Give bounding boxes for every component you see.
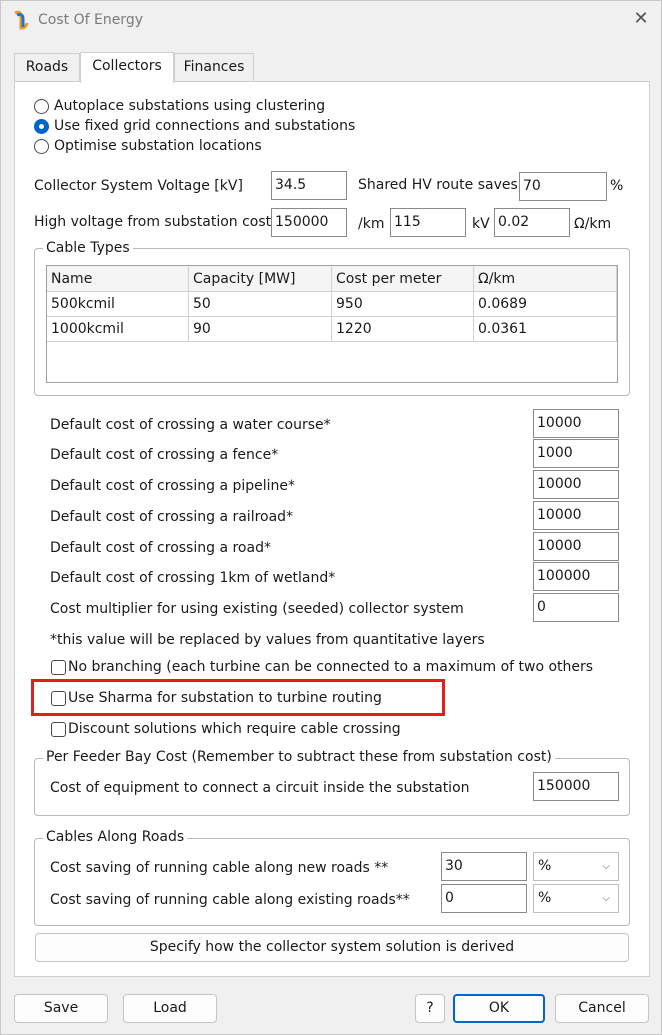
existing-roads-label: Cost saving of running cable along exist… (50, 892, 410, 908)
feeder-cost-input[interactable]: 150000 (533, 772, 619, 801)
crossing-road-input[interactable]: 10000 (533, 532, 619, 561)
table-cell[interactable]: 50 (189, 292, 332, 317)
layers-note: *this value will be replaced by values f… (50, 632, 485, 648)
window-title: Cost Of Energy (38, 12, 143, 28)
column-header-cost[interactable]: Cost per meter (332, 266, 474, 292)
crossing-railroad-input[interactable]: 10000 (533, 501, 619, 530)
voltage-input[interactable]: 34.5 (271, 171, 347, 200)
table-cell[interactable]: 1220 (332, 317, 474, 342)
table-cell[interactable]: 950 (332, 292, 474, 317)
cost-multiplier-input[interactable]: 0 (533, 593, 619, 622)
radio-optimise-label[interactable]: Optimise substation locations (54, 138, 262, 154)
crossing-railroad-label: Default cost of crossing a railroad* (50, 509, 294, 525)
new-roads-label: Cost saving of running cable along new r… (50, 860, 389, 876)
new-roads-unit-value: % (538, 858, 552, 874)
column-header-ohm[interactable]: Ω/km (474, 266, 617, 292)
crossing-pipeline-label: Default cost of crossing a pipeline* (50, 478, 296, 494)
cancel-button[interactable]: Cancel (555, 994, 649, 1023)
specify-solution-button[interactable]: Specify how the collector system solutio… (35, 933, 629, 962)
existing-roads-unit-value: % (538, 890, 552, 906)
ok-button[interactable]: OK (453, 994, 545, 1023)
table-cell[interactable]: 0.0689 (474, 292, 617, 317)
table-cell[interactable]: 90 (189, 317, 332, 342)
shared-hv-unit: % (610, 178, 624, 194)
cable-types-table: Name Capacity [MW] Cost per meter Ω/km 5… (46, 265, 618, 383)
tab-collectors[interactable]: Collectors (80, 52, 174, 83)
crossing-water-input[interactable]: 10000 (533, 409, 619, 438)
no-branching-checkbox[interactable] (51, 660, 66, 675)
radio-optimise[interactable] (34, 139, 49, 154)
column-header-name[interactable]: Name (47, 266, 189, 292)
feeder-cost-label: Cost of equipment to connect a circuit i… (50, 780, 470, 796)
close-icon[interactable]: ✕ (631, 9, 651, 29)
existing-roads-unit-select[interactable]: % ⌵ (533, 884, 619, 913)
voltage-label: Collector System Voltage [kV] (34, 178, 243, 194)
tab-roads[interactable]: Roads (14, 53, 80, 81)
new-roads-input[interactable]: 30 (441, 852, 527, 881)
hv-cost-unit: /km (358, 216, 385, 232)
save-button[interactable]: Save (14, 994, 108, 1023)
hv-ohm-input[interactable]: 0.02 (494, 208, 570, 237)
radio-fixed-grid[interactable] (34, 119, 49, 134)
hv-ohm-unit: Ω/km (574, 216, 612, 232)
shared-hv-label: Shared HV route saves (358, 177, 518, 193)
dialog-window: Cost Of Energy ✕ Roads Collectors Financ… (0, 0, 662, 1035)
discount-crossing-checkbox[interactable] (51, 722, 66, 737)
tab-finances[interactable]: Finances (174, 53, 254, 81)
hv-kv-unit: kV (472, 216, 490, 232)
cables-along-roads-title: Cables Along Roads (43, 829, 188, 845)
crossing-wetland-label: Default cost of crossing 1km of wetland* (50, 570, 336, 586)
table-cell[interactable]: 0.0361 (474, 317, 617, 342)
existing-roads-input[interactable]: 0 (441, 884, 527, 913)
highlight-box (31, 679, 445, 716)
shared-hv-input[interactable]: 70 (519, 172, 607, 201)
radio-fixed-grid-label[interactable]: Use fixed grid connections and substatio… (54, 118, 355, 134)
no-branching-label[interactable]: No branching (each turbine can be connec… (68, 659, 593, 675)
radio-autoplace[interactable] (34, 99, 49, 114)
crossing-road-label: Default cost of crossing a road* (50, 540, 271, 556)
crossing-pipeline-input[interactable]: 10000 (533, 470, 619, 499)
app-logo-icon (14, 10, 29, 30)
chevron-down-icon: ⌵ (602, 861, 610, 872)
new-roads-unit-select[interactable]: % ⌵ (533, 852, 619, 881)
hv-cost-input[interactable]: 150000 (271, 208, 347, 237)
radio-autoplace-label[interactable]: Autoplace substations using clustering (54, 98, 325, 114)
table-cell[interactable]: 1000kcmil (47, 317, 189, 342)
help-button[interactable]: ? (415, 994, 445, 1023)
crossing-fence-label: Default cost of crossing a fence* (50, 447, 279, 463)
crossing-wetland-input[interactable]: 100000 (533, 562, 619, 591)
hv-kv-input[interactable]: 115 (390, 208, 466, 237)
cost-multiplier-label: Cost multiplier for using existing (seed… (50, 601, 464, 617)
chevron-down-icon: ⌵ (602, 893, 610, 904)
crossing-fence-input[interactable]: 1000 (533, 439, 619, 468)
title-bar: Cost Of Energy ✕ (1, 1, 661, 39)
cable-types-title: Cable Types (43, 240, 133, 256)
hv-cost-label: High voltage from substation costs (34, 214, 279, 230)
crossing-water-label: Default cost of crossing a water course* (50, 417, 331, 433)
table-cell[interactable]: 500kcmil (47, 292, 189, 317)
column-header-capacity[interactable]: Capacity [MW] (189, 266, 332, 292)
discount-crossing-label[interactable]: Discount solutions which require cable c… (68, 721, 401, 737)
feeder-bay-title: Per Feeder Bay Cost (Remember to subtrac… (43, 749, 555, 765)
load-button[interactable]: Load (123, 994, 217, 1023)
